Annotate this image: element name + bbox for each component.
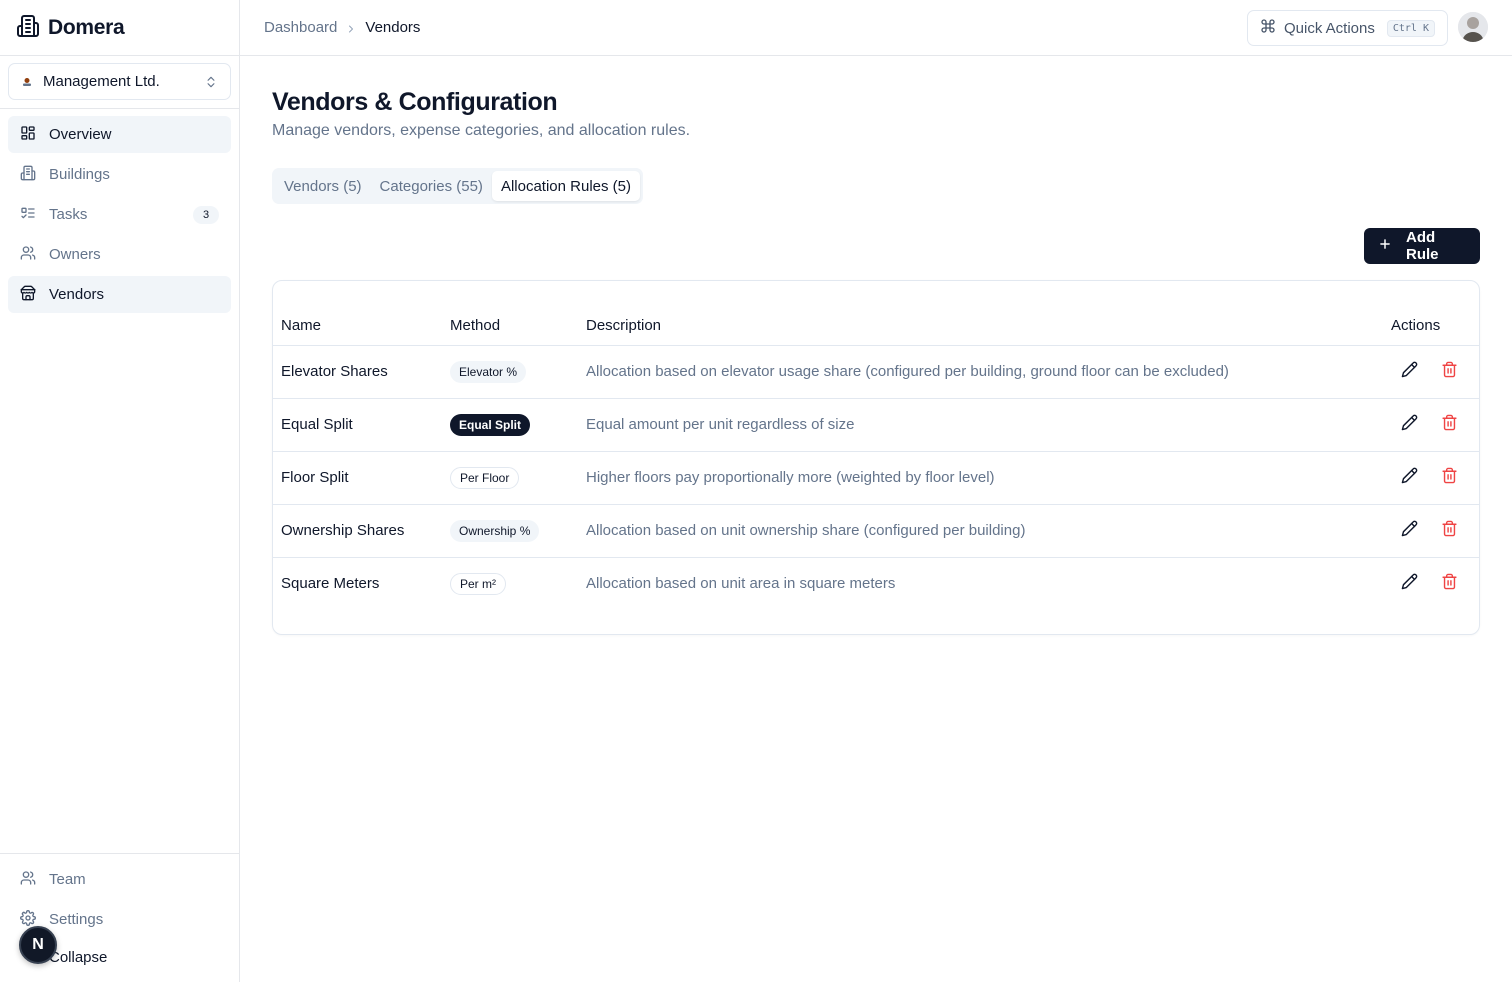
tab-list: Vendors (5) Categories (55) Allocation R… bbox=[272, 168, 643, 204]
sidebar-item-label: Settings bbox=[49, 911, 104, 928]
sidebar-item-tasks[interactable]: Tasks 3 bbox=[8, 196, 231, 233]
method-badge: Elevator % bbox=[450, 361, 527, 383]
table-row: Equal Split Equal Split Equal amount per… bbox=[273, 399, 1479, 452]
trash-icon bbox=[1441, 573, 1458, 595]
chevrons-up-down-icon bbox=[204, 75, 218, 89]
edit-button[interactable] bbox=[1399, 467, 1419, 489]
divider bbox=[0, 853, 239, 854]
main-nav: Overview Buildings Tasks 3 Owners Vendor… bbox=[8, 116, 231, 316]
sidebar-item-label: Buildings bbox=[49, 166, 110, 183]
column-header-name: Name bbox=[281, 317, 322, 334]
org-logo-icon bbox=[21, 76, 33, 88]
pencil-icon bbox=[1401, 573, 1418, 595]
rule-name: Ownership Shares bbox=[281, 522, 405, 539]
sidebar-item-label: Team bbox=[49, 871, 86, 888]
edit-button[interactable] bbox=[1399, 573, 1419, 595]
method-badge: Per m² bbox=[450, 573, 506, 595]
table-row: Elevator Shares Elevator % Allocation ba… bbox=[273, 346, 1479, 399]
keyboard-shortcut: Ctrl K bbox=[1386, 19, 1435, 37]
users-icon bbox=[20, 245, 36, 265]
edit-button[interactable] bbox=[1399, 361, 1419, 383]
collapse-label: Collapse bbox=[49, 948, 108, 966]
edit-button[interactable] bbox=[1399, 520, 1419, 542]
dev-tools-badge[interactable]: N bbox=[19, 926, 57, 964]
delete-button[interactable] bbox=[1439, 361, 1459, 383]
delete-button[interactable] bbox=[1439, 573, 1459, 595]
chevron-right-icon bbox=[345, 22, 357, 34]
quick-actions-label: Quick Actions bbox=[1284, 19, 1375, 37]
rule-description: Allocation based on unit ownership share… bbox=[586, 522, 1026, 539]
divider bbox=[0, 108, 239, 109]
pencil-icon bbox=[1401, 467, 1418, 489]
tasks-count-badge: 3 bbox=[193, 205, 219, 224]
sidebar-item-owners[interactable]: Owners bbox=[8, 236, 231, 273]
rule-name: Equal Split bbox=[281, 416, 353, 433]
method-badge: Per Floor bbox=[450, 467, 520, 489]
user-avatar[interactable] bbox=[1458, 12, 1488, 42]
sidebar-item-overview[interactable]: Overview bbox=[8, 116, 231, 153]
org-switcher[interactable]: Management Ltd. bbox=[8, 63, 231, 100]
divider bbox=[0, 55, 239, 56]
breadcrumb-link-dashboard[interactable]: Dashboard bbox=[264, 19, 337, 36]
rule-description: Allocation based on elevator usage share… bbox=[586, 363, 1229, 380]
column-header-description: Description bbox=[586, 317, 662, 334]
breadcrumb-current: Vendors bbox=[365, 19, 421, 36]
list-check-icon bbox=[20, 205, 36, 225]
allocation-rules-table: Name Method Description Actions Elevator… bbox=[272, 280, 1480, 635]
tab-vendors[interactable]: Vendors (5) bbox=[275, 171, 371, 201]
org-name: Management Ltd. bbox=[43, 73, 160, 90]
tab-categories[interactable]: Categories (55) bbox=[371, 171, 492, 201]
rule-name: Square Meters bbox=[281, 575, 380, 592]
method-badge: Equal Split bbox=[450, 414, 531, 436]
delete-button[interactable] bbox=[1439, 520, 1459, 542]
delete-button[interactable] bbox=[1439, 467, 1459, 489]
trash-icon bbox=[1441, 414, 1458, 436]
rule-description: Equal amount per unit regardless of size bbox=[586, 416, 855, 433]
sidebar-item-label: Owners bbox=[49, 246, 101, 263]
pencil-icon bbox=[1401, 520, 1418, 542]
building-logo-icon bbox=[16, 14, 40, 43]
trash-icon bbox=[1441, 361, 1458, 383]
add-rule-label: Add Rule bbox=[1406, 229, 1439, 263]
store-icon bbox=[20, 285, 36, 305]
building-icon bbox=[20, 165, 36, 185]
sidebar-item-team[interactable]: Team bbox=[8, 861, 231, 898]
sidebar-item-label: Tasks bbox=[49, 206, 88, 223]
table-row: Floor Split Per Floor Higher floors pay … bbox=[273, 452, 1479, 505]
sidebar-item-vendors[interactable]: Vendors bbox=[8, 276, 231, 313]
trash-icon bbox=[1441, 520, 1458, 542]
rule-name: Floor Split bbox=[281, 469, 349, 486]
app-name: Domera bbox=[48, 16, 125, 39]
column-header-actions: Actions bbox=[1391, 317, 1441, 334]
column-header-method: Method bbox=[450, 317, 501, 334]
plus-icon bbox=[1378, 237, 1392, 255]
rule-description: Higher floors pay proportionally more (w… bbox=[586, 469, 995, 486]
quick-actions-button[interactable]: Quick Actions Ctrl K bbox=[1247, 10, 1448, 46]
top-header: Dashboard Vendors Quick Actions Ctrl K bbox=[240, 0, 1512, 56]
rule-description: Allocation based on unit area in square … bbox=[586, 575, 896, 592]
method-badge: Ownership % bbox=[450, 520, 540, 542]
table-row: Ownership Shares Ownership % Allocation … bbox=[273, 505, 1479, 558]
sidebar: Domera Management Ltd. Overview Building… bbox=[0, 0, 240, 982]
tab-allocation-rules[interactable]: Allocation Rules (5) bbox=[491, 171, 640, 201]
table-row: Square Meters Per m² Allocation based on… bbox=[273, 558, 1479, 611]
delete-button[interactable] bbox=[1439, 414, 1459, 436]
breadcrumb: Dashboard Vendors bbox=[264, 19, 420, 36]
users-icon bbox=[20, 870, 36, 890]
pencil-icon bbox=[1401, 414, 1418, 436]
add-rule-button[interactable]: Add Rule bbox=[1364, 228, 1480, 264]
page-subtitle: Manage vendors, expense categories, and … bbox=[272, 122, 691, 139]
sidebar-item-label: Overview bbox=[49, 126, 112, 143]
command-icon bbox=[1260, 18, 1276, 38]
sidebar-item-buildings[interactable]: Buildings bbox=[8, 156, 231, 193]
brand[interactable]: Domera bbox=[16, 14, 125, 43]
rule-name: Elevator Shares bbox=[281, 363, 388, 380]
edit-button[interactable] bbox=[1399, 414, 1419, 436]
table-header: Name Method Description Actions bbox=[273, 305, 1479, 346]
trash-icon bbox=[1441, 467, 1458, 489]
pencil-icon bbox=[1401, 361, 1418, 383]
page-title: Vendors & Configuration bbox=[272, 88, 558, 116]
sidebar-item-label: Vendors bbox=[49, 286, 105, 303]
grid-icon bbox=[20, 125, 36, 145]
